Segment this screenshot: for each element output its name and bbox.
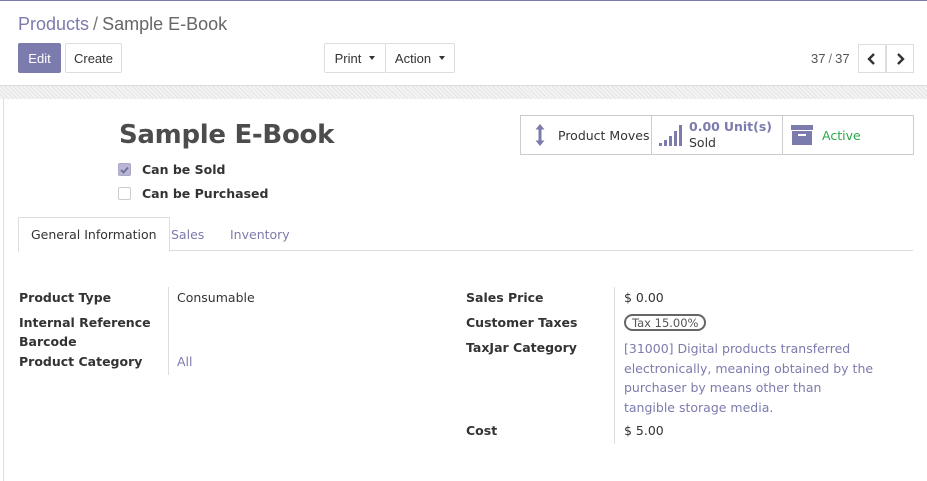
can-be-purchased-label: Can be Purchased — [142, 186, 269, 201]
chevron-right-icon — [897, 52, 905, 65]
can-be-purchased-option: Can be Purchased — [118, 186, 268, 201]
up-down-arrows-icon — [535, 124, 545, 146]
taxjar-category-link[interactable]: [31000] Digital products transferred ele… — [624, 339, 874, 417]
breadcrumb-current: Sample E-Book — [102, 14, 228, 34]
top-border — [0, 0, 927, 1]
product-type-field[interactable]: Consumable — [177, 290, 255, 305]
cost-field[interactable]: $ 5.00 — [624, 423, 664, 438]
taxjar-category-label: TaxJar Category — [466, 340, 577, 355]
breadcrumb-products-link[interactable]: Products — [18, 14, 89, 34]
tab-general-information-label: General Information — [31, 227, 157, 242]
tab-general-information[interactable]: General Information — [18, 217, 170, 252]
can-be-sold-checkbox[interactable] — [118, 163, 131, 176]
cost-label: Cost — [466, 423, 498, 438]
create-button-label: Create — [73, 50, 114, 66]
sold-stat-button[interactable]: 0.00 Unit(s) Sold — [652, 116, 783, 154]
left-column-divider — [168, 287, 169, 375]
action-dropdown-button[interactable]: Action — [385, 43, 455, 73]
edit-button[interactable]: Edit — [18, 43, 61, 73]
pager-next-button[interactable] — [886, 44, 914, 73]
chevron-left-icon — [867, 52, 875, 65]
pager-previous-button[interactable] — [858, 44, 886, 73]
sold-value: 0.00 — [689, 119, 720, 134]
archive-icon — [791, 125, 813, 145]
create-button[interactable]: Create — [65, 43, 122, 73]
customer-tax-badge-text: Tax 15.00% — [632, 315, 699, 330]
product-type-label: Product Type — [19, 290, 112, 305]
tab-sales[interactable]: Sales — [171, 217, 204, 251]
pager-total: 37 — [835, 51, 850, 66]
sales-price-label: Sales Price — [466, 290, 544, 305]
product-moves-button[interactable]: Product Moves — [521, 116, 652, 154]
form-sheet — [3, 99, 927, 481]
sold-unit: Unit(s) — [723, 119, 773, 134]
checkmark-icon — [120, 166, 129, 174]
edit-button-label: Edit — [28, 50, 51, 66]
product-title[interactable]: Sample E-Book — [119, 120, 334, 150]
form-tabs: General Information Sales Inventory — [18, 217, 913, 252]
sheet-background-band — [0, 85, 927, 99]
smart-button-box: Product Moves 0.00 Unit(s) Sold Active — [520, 115, 914, 155]
pager-value[interactable]: 37/37 — [811, 51, 850, 66]
barcode-label: Barcode — [19, 334, 77, 349]
print-dropdown-button[interactable]: Print — [324, 43, 386, 73]
internal-reference-label: Internal Reference — [19, 315, 151, 330]
bar-chart-icon — [659, 125, 682, 146]
sales-price-field[interactable]: $ 0.00 — [624, 290, 664, 305]
product-category-link[interactable]: All — [177, 354, 193, 369]
caret-down-icon — [369, 56, 376, 60]
product-moves-label: Product Moves — [558, 127, 650, 143]
customer-taxes-label: Customer Taxes — [466, 315, 578, 330]
sold-label: Sold — [689, 135, 716, 150]
product-category-label: Product Category — [19, 354, 143, 369]
tab-sales-label: Sales — [171, 226, 205, 242]
right-column-divider — [614, 287, 615, 444]
action-button-label: Action — [394, 50, 432, 66]
pager-current: 37 — [811, 51, 826, 66]
tab-inventory[interactable]: Inventory — [230, 217, 290, 251]
active-label: Active — [822, 127, 861, 143]
can-be-sold-option: Can be Sold — [118, 162, 225, 177]
print-button-label: Print — [334, 50, 362, 66]
can-be-purchased-checkbox[interactable] — [118, 187, 131, 200]
breadcrumb-separator: / — [93, 14, 99, 34]
caret-down-icon — [439, 56, 446, 60]
breadcrumb: Products / Sample E-Book — [18, 14, 227, 35]
can-be-sold-label: Can be Sold — [142, 162, 226, 177]
active-toggle-button[interactable]: Active — [783, 116, 913, 154]
tab-inventory-label: Inventory — [230, 226, 290, 242]
customer-tax-badge[interactable]: Tax 15.00% — [624, 314, 707, 331]
pager-separator: / — [828, 51, 833, 66]
